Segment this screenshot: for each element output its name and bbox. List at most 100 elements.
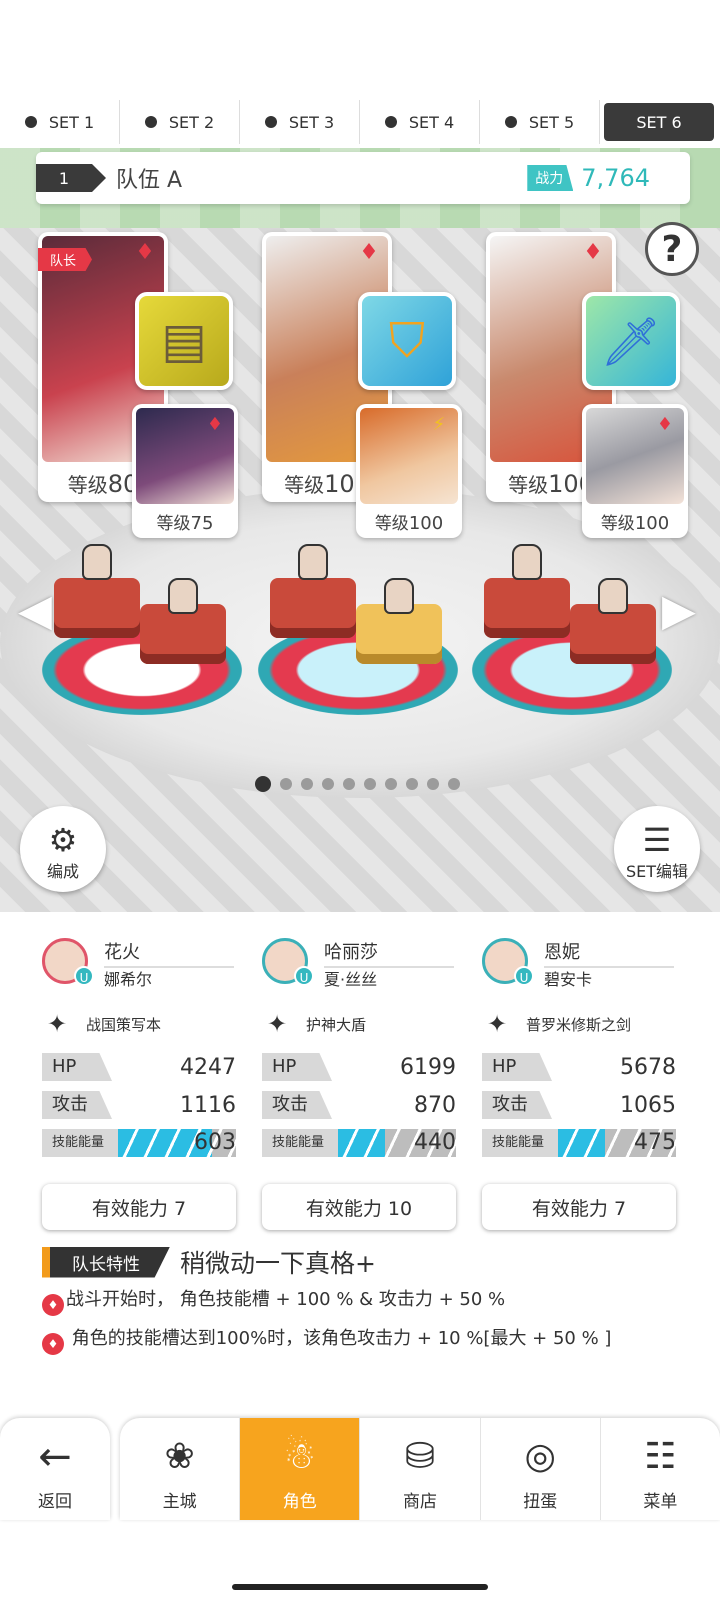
level-text: 等级75 <box>132 509 238 534</box>
leader-skill: 队长特性 稍微动一下真格+ ♦ 战斗开始时， 角色技能槽 + 100 % & 攻击… <box>42 1246 682 1355</box>
set-tab-4[interactable]: SET 4 <box>360 100 480 144</box>
nav-item-characters[interactable]: ☃ 角色 <box>240 1418 361 1520</box>
level-label: 等级 <box>284 473 325 497</box>
pager-dot[interactable] <box>406 778 418 790</box>
book-equipment-icon[interactable]: ▤ <box>135 292 233 390</box>
character-sprite[interactable] <box>168 578 198 614</box>
pager-dot[interactable] <box>448 778 460 790</box>
energy-bar: 440 <box>338 1129 456 1157</box>
character-detail-3: U 恩妮 碧安卡 ✦ 普罗米修斯之剑 HP 5678 攻击 1065 技能能量 475 … <box>482 938 676 1230</box>
list-icon: ☰ <box>642 821 672 859</box>
team-name[interactable]: 队伍 A <box>116 162 527 194</box>
character-card-4[interactable]: ⚡ 等级100 <box>356 404 462 538</box>
back-label: 返回 <box>38 1492 72 1512</box>
energy-value: 475 <box>634 1130 676 1155</box>
nav-item-main-city[interactable]: ❀ 主城 <box>120 1418 241 1520</box>
power-value: 7,764 <box>581 164 650 192</box>
level-label: 等级 <box>374 514 409 534</box>
attack-label: 攻击 <box>482 1091 552 1119</box>
hp-row: HP 6199 <box>262 1052 456 1082</box>
attack-row: 攻击 1065 <box>482 1090 676 1120</box>
pager-dot[interactable] <box>364 778 376 790</box>
unit-badge-icon: U <box>74 966 94 986</box>
gacha-icon: ◎ <box>524 1436 556 1477</box>
pager-dot[interactable] <box>280 778 292 790</box>
character-sprite[interactable] <box>598 578 628 614</box>
character-detail-2: U 哈丽莎 夏·丝丝 ✦ 护神大盾 HP 6199 攻击 870 技能能量 440 有效… <box>262 938 456 1230</box>
attack-row: 攻击 870 <box>262 1090 456 1120</box>
character-sprite[interactable] <box>512 544 542 580</box>
nav-tabs: ❀ 主城 ☃ 角色 ⛁ 商店 ◎ 扭蛋 ☷ 菜单 <box>120 1418 720 1520</box>
energy-label: 技能能量 <box>42 1129 118 1157</box>
attack-value: 1065 <box>620 1092 676 1118</box>
set-tab-label: SET 2 <box>168 112 215 132</box>
formation-gear-icon: ⚙ <box>48 821 78 859</box>
character-sprite[interactable] <box>384 578 414 614</box>
effective-ability-button[interactable]: 有效能力 10 <box>262 1184 456 1230</box>
set-tab-3[interactable]: SET 3 <box>240 100 360 144</box>
level-label: 等级 <box>67 473 108 497</box>
set-edit-button[interactable]: ☰ SET编辑 <box>614 806 700 892</box>
diamond-element-icon: ♦ <box>206 414 224 435</box>
energy-row: 技能能量 440 <box>262 1128 456 1158</box>
nav-item-menu[interactable]: ☷ 菜单 <box>601 1418 720 1520</box>
nav-item-shop[interactable]: ⛁ 商店 <box>360 1418 481 1520</box>
sword-equipment-icon[interactable]: 🗡 <box>582 292 680 390</box>
effective-ability-button[interactable]: 有效能力 7 <box>482 1184 676 1230</box>
energy-bar: 475 <box>558 1129 676 1157</box>
character-card-6[interactable]: ♦ 等级100 <box>582 404 688 538</box>
formation-button[interactable]: ⚙ 编成 <box>20 806 106 892</box>
equipment-line[interactable]: ✦ 战国策写本 <box>42 1004 236 1044</box>
energy-row: 技能能量 603 <box>42 1128 236 1158</box>
character-name: 花火 <box>104 938 234 968</box>
character-sprite[interactable] <box>82 544 112 580</box>
diamond-element-icon: ♦ <box>656 414 674 435</box>
level-text: 等级100 <box>356 509 462 534</box>
unit-badge-icon: U <box>294 966 314 986</box>
set-tab-5[interactable]: SET 5 <box>480 100 600 144</box>
set-tab-2[interactable]: SET 2 <box>120 100 240 144</box>
pager-dot[interactable] <box>322 778 334 790</box>
level-value: 100 <box>408 513 444 534</box>
pager-dot-active[interactable] <box>255 776 271 792</box>
prev-team-arrow-icon[interactable]: ◀ <box>18 585 52 636</box>
leader-skill-tag: 队长特性 <box>42 1246 170 1278</box>
sprite-block <box>270 578 356 638</box>
level-text: 等级100 <box>582 509 688 534</box>
set-tab-6[interactable]: SET 6 <box>604 103 714 141</box>
character-subname: 碧安卡 <box>544 970 593 989</box>
effective-ability-button[interactable]: 有效能力 7 <box>42 1184 236 1230</box>
character-card-2[interactable]: ♦ 等级75 <box>132 404 238 538</box>
pager-dot[interactable] <box>427 778 439 790</box>
shield-equipment-icon[interactable]: ⛉ <box>358 292 456 390</box>
help-button[interactable]: ? <box>645 222 699 276</box>
pager-dot[interactable] <box>343 778 355 790</box>
main-city-icon: ❀ <box>164 1436 195 1477</box>
nav-label: 扭蛋 <box>523 1492 558 1512</box>
leader-tag: 队长 <box>38 248 93 271</box>
nav-label: 主城 <box>162 1492 197 1512</box>
level-label: 等级 <box>600 514 635 534</box>
set-tab-label: SET 6 <box>636 112 682 132</box>
leader-skill-line-1: ♦ 战斗开始时， 角色技能槽 + 100 % & 攻击力 + 50 % <box>42 1285 682 1316</box>
set-tab-1[interactable]: SET 1 <box>0 100 120 144</box>
pager-dot[interactable] <box>301 778 313 790</box>
back-button[interactable]: ← 返回 <box>0 1418 110 1520</box>
equipment-name: 战国策写本 <box>86 1015 162 1034</box>
character-sprite[interactable] <box>298 544 328 580</box>
pager-dot[interactable] <box>385 778 397 790</box>
level-label: 等级 <box>156 514 191 534</box>
menu-notebook-icon: ☷ <box>644 1436 677 1477</box>
equipment-line[interactable]: ✦ 护神大盾 <box>262 1004 456 1044</box>
hp-label: HP <box>482 1053 552 1081</box>
nav-item-gacha[interactable]: ◎ 扭蛋 <box>481 1418 601 1520</box>
next-team-arrow-icon[interactable]: ▶ <box>662 585 696 636</box>
set-dot <box>264 116 277 128</box>
attack-value: 870 <box>414 1092 456 1118</box>
set-edit-label: SET编辑 <box>625 862 689 881</box>
hp-label: HP <box>262 1053 332 1081</box>
equipment-line[interactable]: ✦ 普罗米修斯之剑 <box>482 1004 676 1044</box>
energy-value: 440 <box>414 1130 456 1155</box>
leader-skill-line-2: ♦ 角色的技能槽达到100%时，该角色攻击力 + 10 %[最大 + 50 % … <box>42 1324 682 1355</box>
character-subname: 夏·丝丝 <box>324 970 378 989</box>
